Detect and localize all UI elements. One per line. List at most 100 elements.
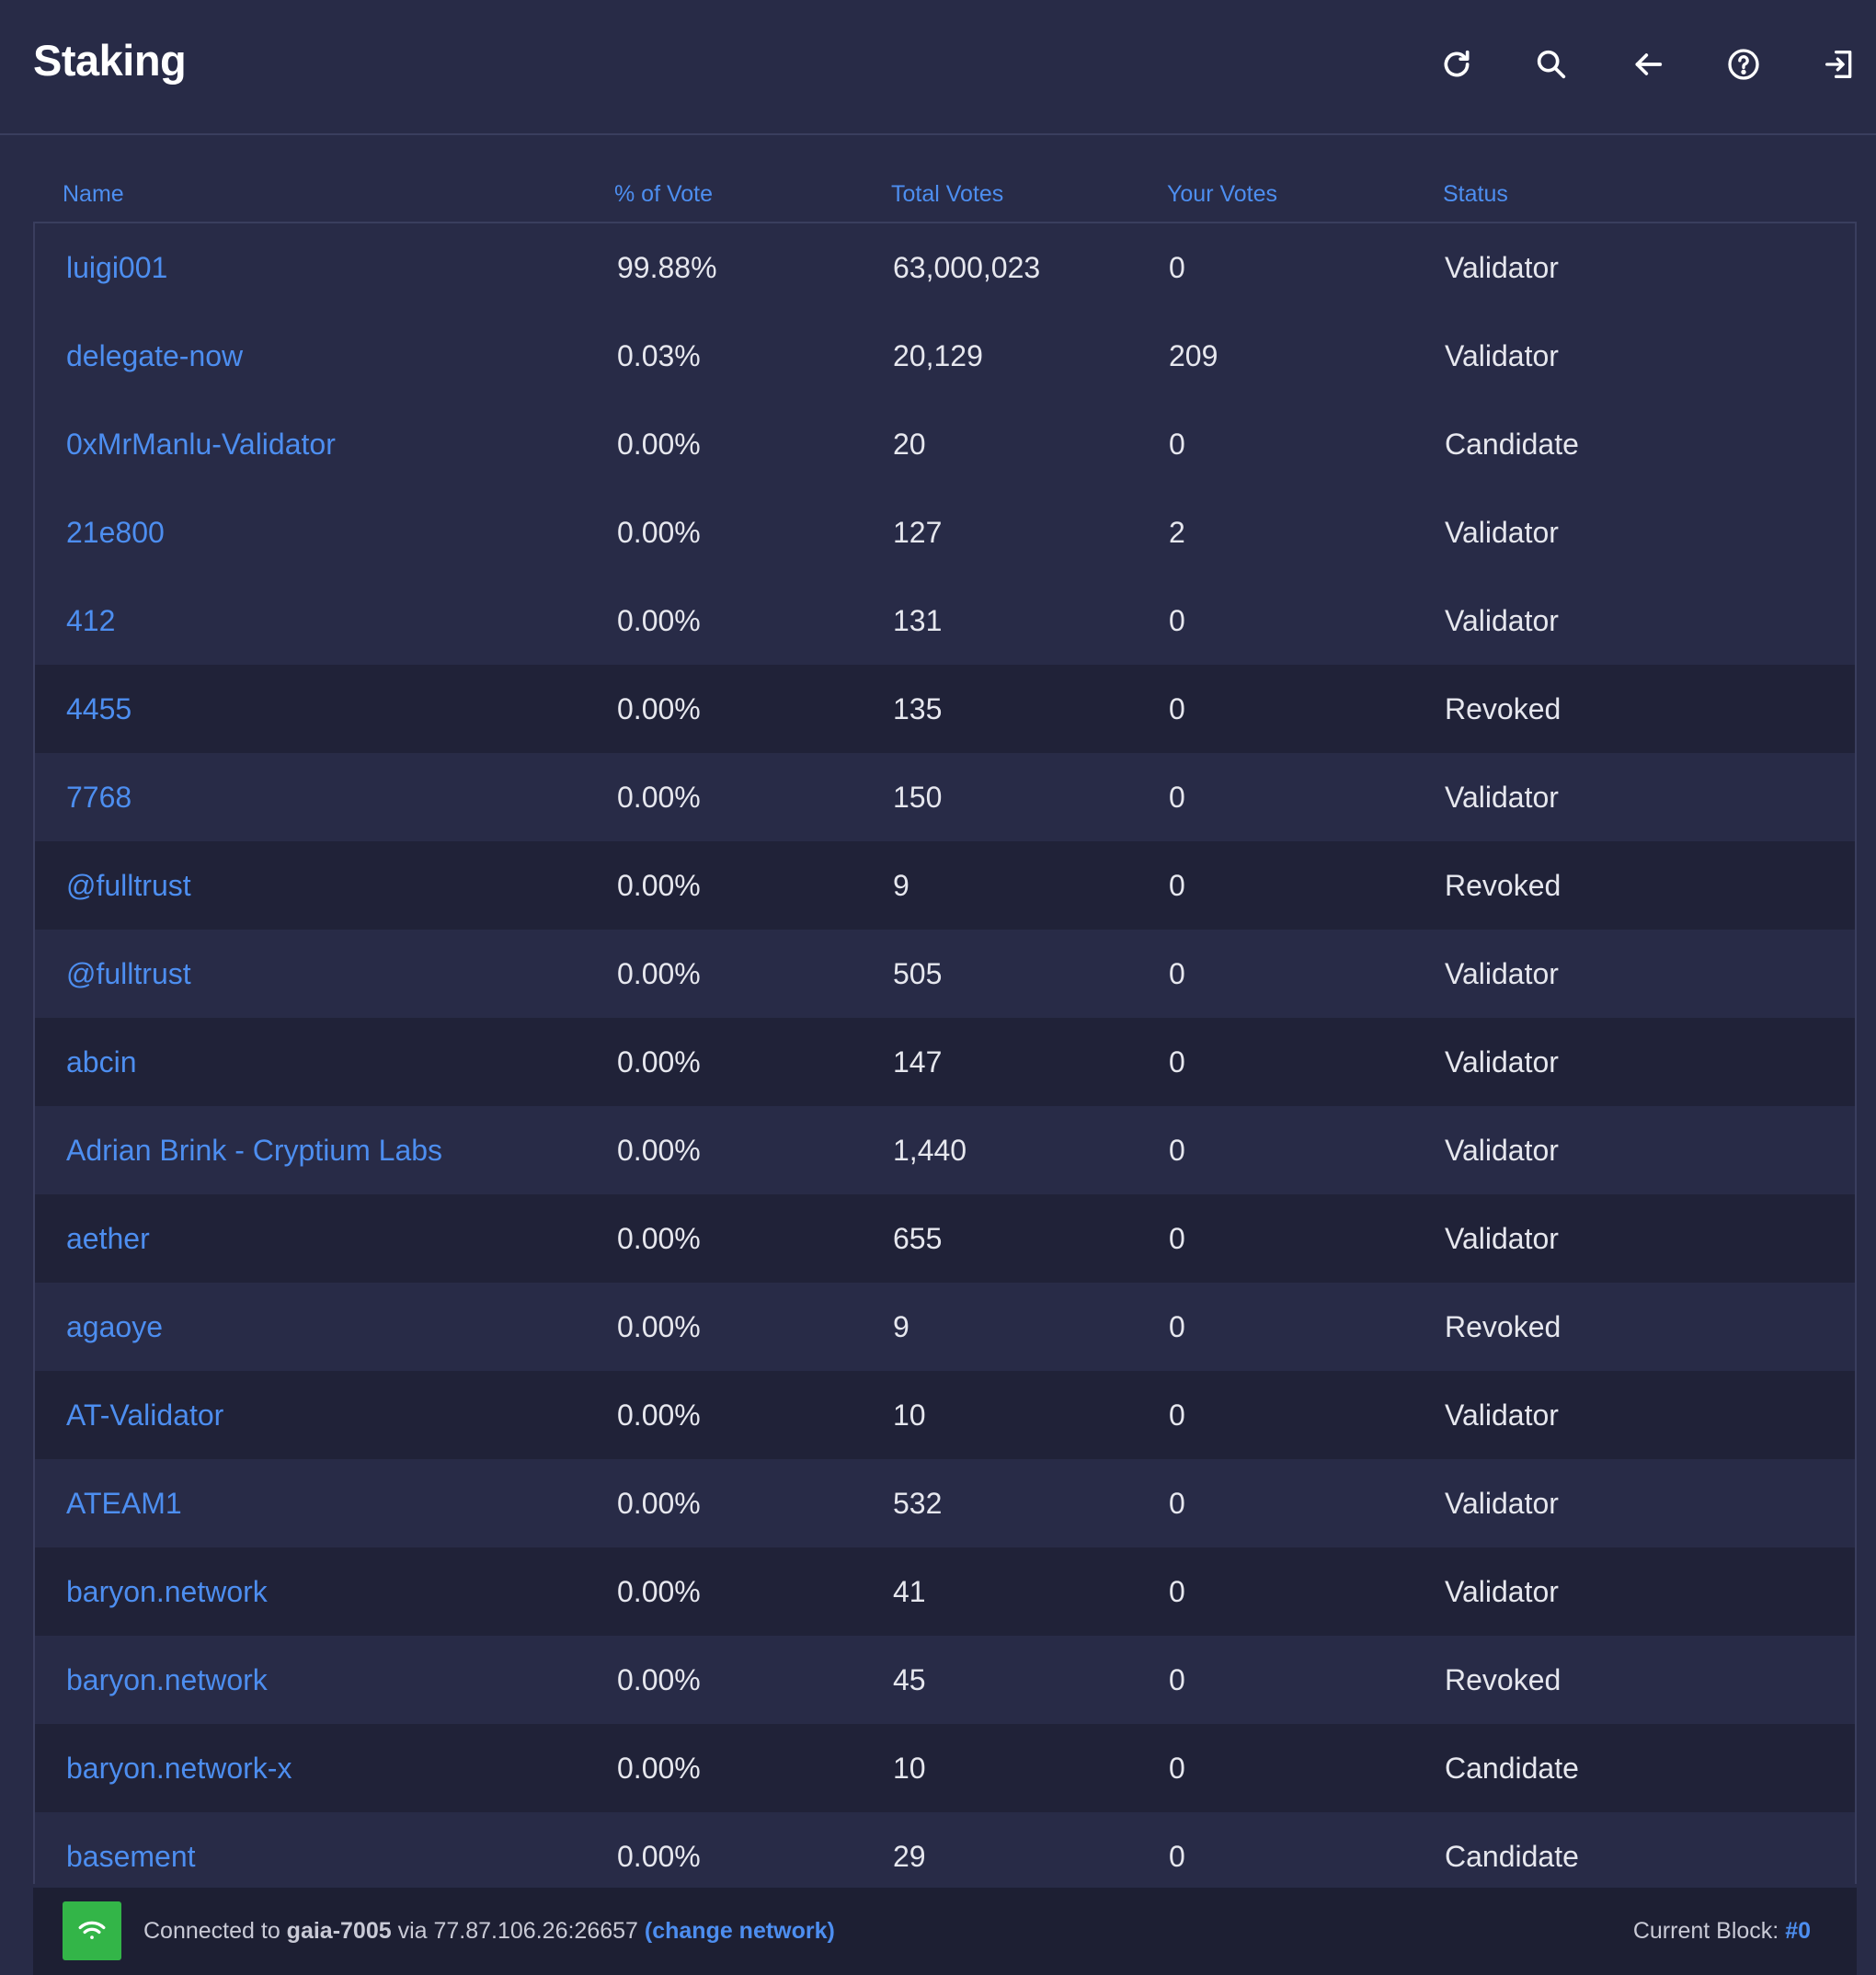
table-row[interactable]: agaoye 0.00% 9 0 Revoked xyxy=(35,1283,1855,1371)
column-header-your-votes[interactable]: Your Votes xyxy=(1167,181,1277,208)
validator-status: Candidate xyxy=(1445,1752,1579,1785)
validator-name-link[interactable]: 7768 xyxy=(66,753,132,841)
validator-status: Revoked xyxy=(1445,692,1561,725)
table-row[interactable]: Adrian Brink - Cryptium Labs 0.00% 1,440 0 V… xyxy=(35,1106,1855,1194)
back-arrow-icon[interactable] xyxy=(1626,42,1670,86)
your-votes: 209 xyxy=(1169,339,1218,372)
your-votes: 0 xyxy=(1169,604,1185,637)
refresh-icon[interactable] xyxy=(1435,42,1479,86)
validator-status: Validator xyxy=(1445,1045,1559,1079)
validator-status: Validator xyxy=(1445,1487,1559,1520)
table-row[interactable]: 412 0.00% 131 0 Validator xyxy=(35,577,1855,665)
table-row[interactable]: 7768 0.00% 150 0 Validator xyxy=(35,753,1855,841)
help-icon[interactable] xyxy=(1722,42,1766,86)
total-votes: 1,440 xyxy=(893,1134,967,1167)
vote-percent: 0.00% xyxy=(617,957,701,990)
validator-name-link[interactable]: baryon.network-x xyxy=(66,1724,292,1812)
validator-name-link[interactable]: 412 xyxy=(66,577,115,665)
vote-percent: 99.88% xyxy=(617,251,717,284)
vote-percent: 0.00% xyxy=(617,1310,701,1343)
your-votes: 0 xyxy=(1169,1575,1185,1608)
connected-prefix: Connected to xyxy=(143,1918,280,1944)
table-row[interactable]: aether 0.00% 655 0 Validator xyxy=(35,1194,1855,1283)
validator-name-link[interactable]: ATEAM1 xyxy=(66,1459,182,1547)
validator-name-link[interactable]: 4455 xyxy=(66,665,132,753)
connection-status: Connected to gaia-7005 via 77.87.106.26:… xyxy=(143,1888,835,1975)
validator-name-link[interactable]: @fulltrust xyxy=(66,841,191,930)
your-votes: 0 xyxy=(1169,957,1185,990)
table-row[interactable]: ATEAM1 0.00% 532 0 Validator xyxy=(35,1459,1855,1547)
total-votes: 127 xyxy=(893,516,943,549)
vote-percent: 0.00% xyxy=(617,516,701,549)
table-row[interactable]: 21e800 0.00% 127 2 Validator xyxy=(35,488,1855,577)
your-votes: 0 xyxy=(1169,1045,1185,1079)
validator-name-link[interactable]: abcin xyxy=(66,1018,137,1106)
vote-percent: 0.00% xyxy=(617,428,701,461)
validator-status: Validator xyxy=(1445,1398,1559,1432)
your-votes: 0 xyxy=(1169,1222,1185,1255)
total-votes: 9 xyxy=(893,869,909,902)
total-votes: 20,129 xyxy=(893,339,983,372)
validator-name-link[interactable]: basement xyxy=(66,1812,196,1884)
validator-status: Validator xyxy=(1445,604,1559,637)
your-votes: 2 xyxy=(1169,516,1185,549)
table-row[interactable]: @fulltrust 0.00% 9 0 Revoked xyxy=(35,841,1855,930)
validator-status: Validator xyxy=(1445,1222,1559,1255)
current-block-value[interactable]: #0 xyxy=(1785,1918,1811,1944)
search-icon[interactable] xyxy=(1529,42,1573,86)
table-row[interactable]: baryon.network 0.00% 41 0 Validator xyxy=(35,1547,1855,1636)
validator-name-link[interactable]: delegate-now xyxy=(66,312,243,400)
validator-name-link[interactable]: agaoye xyxy=(66,1283,163,1371)
current-block: Current Block: #0 xyxy=(1633,1888,1811,1975)
validator-name-link[interactable]: 0xMrManlu-Validator xyxy=(66,400,336,488)
table-row[interactable]: delegate-now 0.03% 20,129 209 Validator xyxy=(35,312,1855,400)
column-header-status[interactable]: Status xyxy=(1443,181,1508,208)
total-votes: 505 xyxy=(893,957,943,990)
validator-name-link[interactable]: baryon.network xyxy=(66,1547,268,1636)
table-row[interactable]: basement 0.00% 29 0 Candidate xyxy=(35,1812,1855,1884)
your-votes: 0 xyxy=(1169,428,1185,461)
vote-percent: 0.00% xyxy=(617,1222,701,1255)
your-votes: 0 xyxy=(1169,1487,1185,1520)
validator-name-link[interactable]: AT-Validator xyxy=(66,1371,223,1459)
table-row[interactable]: baryon.network-x 0.00% 10 0 Candidate xyxy=(35,1724,1855,1812)
current-block-label: Current Block: xyxy=(1632,1918,1779,1944)
validator-name-link[interactable]: luigi001 xyxy=(66,223,167,312)
your-votes: 0 xyxy=(1169,692,1185,725)
vote-percent: 0.00% xyxy=(617,1487,701,1520)
your-votes: 0 xyxy=(1169,1663,1185,1696)
total-votes: 9 xyxy=(893,1310,909,1343)
column-header-name[interactable]: Name xyxy=(63,181,124,208)
table-row[interactable]: 4455 0.00% 135 0 Revoked xyxy=(35,665,1855,753)
table-row[interactable]: @fulltrust 0.00% 505 0 Validator xyxy=(35,930,1855,1018)
table-row[interactable]: baryon.network 0.00% 45 0 Revoked xyxy=(35,1636,1855,1724)
vote-percent: 0.00% xyxy=(617,1752,701,1785)
validator-name-link[interactable]: 21e800 xyxy=(66,488,165,577)
change-network-link[interactable]: (change network) xyxy=(645,1918,835,1944)
vote-percent: 0.00% xyxy=(617,1398,701,1432)
validator-name-link[interactable]: @fulltrust xyxy=(66,930,191,1018)
validator-name-link[interactable]: aether xyxy=(66,1194,150,1283)
vote-percent: 0.00% xyxy=(617,1045,701,1079)
total-votes: 41 xyxy=(893,1575,926,1608)
total-votes: 131 xyxy=(893,604,943,637)
table-row[interactable]: AT-Validator 0.00% 10 0 Validator xyxy=(35,1371,1855,1459)
vote-percent: 0.00% xyxy=(617,604,701,637)
total-votes: 135 xyxy=(893,692,943,725)
table-row[interactable]: abcin 0.00% 147 0 Validator xyxy=(35,1018,1855,1106)
total-votes: 45 xyxy=(893,1663,926,1696)
your-votes: 0 xyxy=(1169,251,1185,284)
column-header-total-votes[interactable]: Total Votes xyxy=(891,181,1003,208)
vote-percent: 0.03% xyxy=(617,339,701,372)
table-row[interactable]: 0xMrManlu-Validator 0.00% 20 0 Candidate xyxy=(35,400,1855,488)
column-header-vote-pct[interactable]: % of Vote xyxy=(614,181,713,208)
vote-percent: 0.00% xyxy=(617,1840,701,1873)
validator-name-link[interactable]: Adrian Brink - Cryptium Labs xyxy=(66,1106,442,1194)
table-row[interactable]: luigi001 99.88% 63,000,023 0 Validator xyxy=(35,223,1855,312)
validator-status: Candidate xyxy=(1445,428,1579,461)
page-title: Staking xyxy=(33,36,187,85)
validator-name-link[interactable]: baryon.network xyxy=(66,1636,268,1724)
sign-out-icon[interactable] xyxy=(1817,42,1861,86)
total-votes: 20 xyxy=(893,428,926,461)
total-votes: 29 xyxy=(893,1840,926,1873)
